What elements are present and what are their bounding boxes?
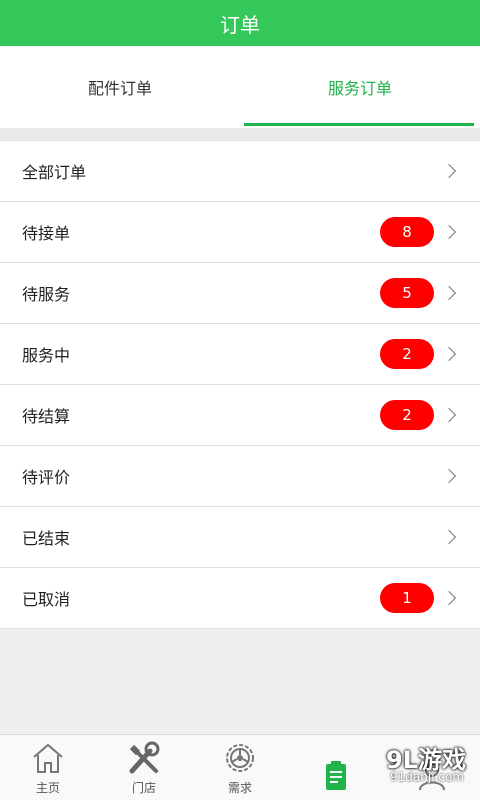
chevron-right-icon <box>441 285 457 301</box>
gear-icon <box>226 744 254 772</box>
watermark-url: 91danji.com <box>390 770 464 784</box>
count-badge: 8 <box>380 217 434 247</box>
app-header: 订单 <box>0 0 480 46</box>
section-divider <box>0 128 480 140</box>
nav-item-home[interactable]: 主页 <box>0 735 96 800</box>
list-item-label: 待评价 <box>22 468 71 487</box>
nav-label: 门店 <box>131 781 156 795</box>
chevron-right-icon <box>441 163 457 179</box>
nav-item-demand[interactable]: 需求 <box>192 735 288 800</box>
list-item-pending-settlement[interactable]: 待结算 2 <box>0 385 480 446</box>
tools-icon <box>129 741 160 774</box>
count-badge: 1 <box>380 583 434 613</box>
order-tabs: 配件订单 服务订单 <box>0 46 480 128</box>
list-item-label: 待结算 <box>22 407 71 426</box>
list-item-label: 已取消 <box>22 590 71 609</box>
list-item-finished[interactable]: 已结束 <box>0 507 480 568</box>
nav-label: 主页 <box>35 781 60 795</box>
tab-parts-orders[interactable]: 配件订单 <box>0 46 240 128</box>
count-badge: 2 <box>380 339 434 369</box>
order-status-list: 全部订单 待接单 8 待服务 5 服务中 2 待结算 2 待评价 已结束 已取消… <box>0 140 480 629</box>
list-item-label: 待接单 <box>22 224 71 243</box>
count-badge: 5 <box>380 278 434 308</box>
chevron-right-icon <box>441 224 457 240</box>
count-badge: 2 <box>380 400 434 430</box>
list-item-in-service[interactable]: 服务中 2 <box>0 324 480 385</box>
chevron-right-icon <box>441 468 457 484</box>
page-title: 订单 <box>220 12 260 37</box>
chevron-right-icon <box>441 407 457 423</box>
list-item-pending-service[interactable]: 待服务 5 <box>0 263 480 324</box>
nav-item-store[interactable]: 门店 <box>96 735 192 800</box>
nav-label: 需求 <box>227 781 252 795</box>
watermark-logo: 9L游戏 91danji.com <box>360 738 470 784</box>
house-icon <box>33 743 63 773</box>
chevron-right-icon <box>441 346 457 362</box>
list-item-pending-accept[interactable]: 待接单 8 <box>0 202 480 263</box>
list-item-label: 已结束 <box>22 529 71 548</box>
list-item-pending-review[interactable]: 待评价 <box>0 446 480 507</box>
list-item-label: 全部订单 <box>22 163 87 182</box>
list-item-all-orders[interactable]: 全部订单 <box>0 141 480 202</box>
list-item-cancelled[interactable]: 已取消 1 <box>0 568 480 629</box>
chevron-right-icon <box>441 590 457 606</box>
list-item-label: 待服务 <box>22 285 71 304</box>
clipboard-icon <box>326 761 346 790</box>
tab-service-orders[interactable]: 服务订单 <box>240 46 480 128</box>
list-item-label: 服务中 <box>22 346 71 365</box>
chevron-right-icon <box>441 529 457 545</box>
